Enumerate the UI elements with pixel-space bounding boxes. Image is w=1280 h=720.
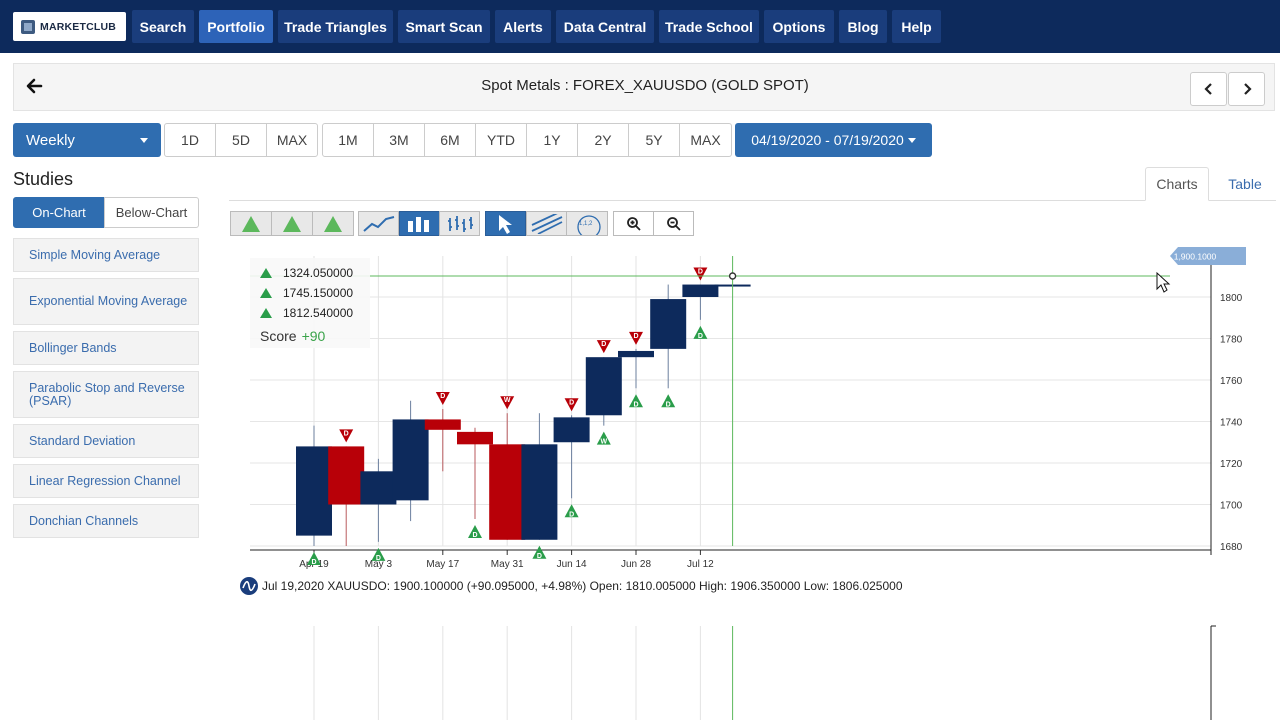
quote-info-line: Jul 19,2020 XAUUSDO: 1900.100000 (+90.09… — [240, 577, 903, 595]
score-weekly-row: 1745.150000 — [260, 286, 353, 300]
buy-signal-letter: D — [569, 511, 574, 518]
y-tick-label: 1760 — [1220, 376, 1243, 387]
last-price-label: 1,900.1000 — [1174, 252, 1217, 262]
score-weekly-value: 1745.150000 — [283, 286, 354, 300]
buy-signal-letter: D — [537, 553, 542, 560]
x-tick-label: May 17 — [426, 559, 459, 570]
score-monthly-value: 1324.050000 — [283, 266, 354, 280]
sell-signal-letter: D — [601, 341, 606, 348]
y-tick-label: 1720 — [1220, 459, 1243, 470]
score-value: +90 — [301, 328, 326, 344]
candle-body — [360, 471, 397, 505]
x-tick-label: Jun 14 — [557, 559, 587, 570]
candle-body — [296, 446, 332, 536]
sell-signal-letter: W — [504, 397, 511, 404]
candle-body — [392, 419, 429, 501]
candle-body — [424, 419, 461, 430]
sell-signal-letter: D — [698, 269, 703, 276]
candle-body — [618, 350, 654, 358]
y-tick-label: 1740 — [1220, 418, 1243, 429]
x-tick-label: Jun 28 — [621, 559, 651, 570]
buy-signal-letter: D — [698, 333, 703, 340]
buy-signal-letter: D — [633, 401, 638, 408]
sell-signal-letter: D — [344, 430, 349, 437]
y-tick-label: 1780 — [1220, 335, 1243, 346]
sell-signal-letter: D — [440, 393, 445, 400]
daily-buy-triangle-icon — [260, 308, 272, 318]
score-daily-row: 1812.540000 — [260, 306, 353, 320]
score-monthly-row: 1324.050000 — [260, 266, 353, 280]
x-tick-label: Jul 12 — [687, 559, 714, 570]
score-panel: 1324.050000 1745.150000 1812.540000 Scor… — [250, 258, 370, 348]
y-tick-label: 1700 — [1220, 501, 1243, 512]
buy-signal-letter: D — [311, 559, 316, 566]
y-tick-label: 1680 — [1220, 542, 1243, 553]
crosshair-point — [728, 272, 737, 280]
buy-signal-letter: W — [600, 439, 607, 446]
score-label: Score +90 — [260, 328, 325, 344]
candle-body — [521, 444, 558, 540]
candle-body — [457, 431, 493, 445]
buy-signal-letter: D — [666, 401, 671, 408]
x-tick-label: May 31 — [491, 559, 524, 570]
buy-signal-letter: D — [472, 532, 477, 539]
candle-body — [553, 417, 590, 443]
candle-body — [489, 444, 526, 540]
buy-signal-letter: D — [376, 555, 381, 562]
candle-body — [585, 357, 622, 416]
sell-signal-letter: D — [633, 333, 638, 340]
score-daily-value: 1812.540000 — [283, 306, 354, 320]
sell-signal-letter: D — [569, 399, 574, 406]
price-chart[interactable]: 1680170017201740176017801800Apr 19 May 3M… — [0, 0, 1280, 720]
wave-icon — [240, 577, 258, 595]
score-label-text: Score — [260, 328, 297, 344]
candle-body — [682, 284, 719, 297]
candle-body — [328, 446, 365, 505]
monthly-buy-triangle-icon — [260, 268, 272, 278]
candle-body — [650, 299, 687, 349]
weekly-buy-triangle-icon — [260, 288, 272, 298]
y-tick-label: 1800 — [1220, 293, 1243, 304]
quote-info-text: Jul 19,2020 XAUUSDO: 1900.100000 (+90.09… — [262, 579, 903, 593]
